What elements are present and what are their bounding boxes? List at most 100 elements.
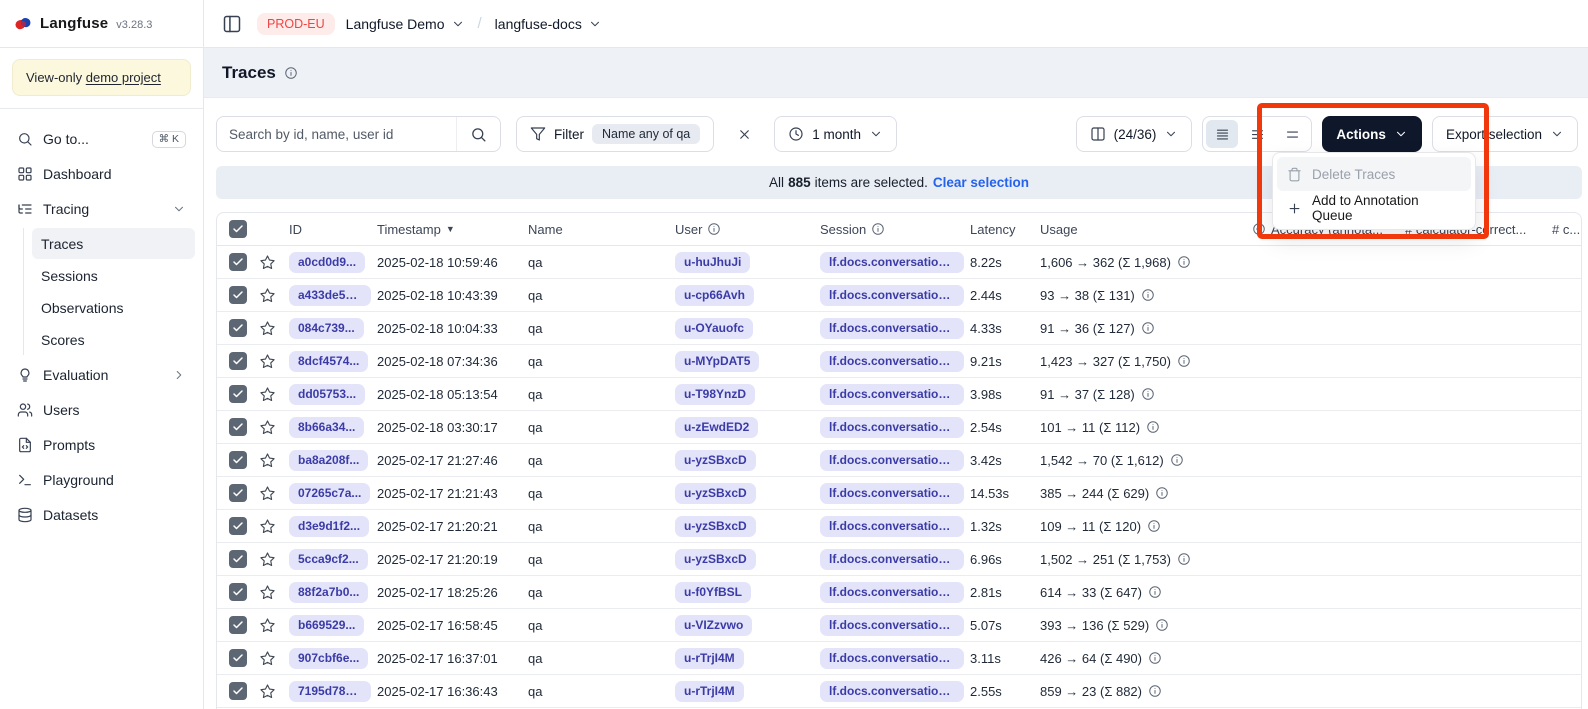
table-row[interactable]: 8b66a34...2025-02-18 03:30:17qau-zEwdED2…	[217, 411, 1581, 444]
user-badge[interactable]: u-huJhuJi	[675, 252, 750, 273]
star-icon[interactable]	[259, 683, 276, 700]
user-badge[interactable]: u-yzSBxcD	[675, 516, 756, 537]
session-badge[interactable]: lf.docs.conversation...	[820, 516, 964, 537]
session-badge[interactable]: lf.docs.conversation...	[820, 417, 964, 438]
table-row[interactable]: dd05753...2025-02-18 05:13:54qau-T98YnzD…	[217, 378, 1581, 411]
export-selection-button[interactable]: Export selection	[1432, 116, 1578, 152]
trace-id-badge[interactable]: a433de51...	[289, 285, 371, 306]
row-checkbox[interactable]	[229, 451, 247, 469]
table-row[interactable]: 907cbf6e...2025-02-17 16:37:01qau-rTrjI4…	[217, 642, 1581, 675]
row-checkbox[interactable]	[229, 286, 247, 304]
user-badge[interactable]: u-OYauofc	[675, 318, 753, 339]
row-checkbox[interactable]	[229, 682, 247, 700]
row-checkbox[interactable]	[229, 550, 247, 568]
sidebar-item-prompts[interactable]: Prompts	[8, 429, 195, 461]
clear-selection-link[interactable]: Clear selection	[933, 175, 1029, 190]
user-badge[interactable]: u-rTrjI4M	[675, 681, 744, 702]
column-header-name[interactable]: Name	[528, 222, 675, 237]
demo-project-link[interactable]: demo project	[86, 70, 161, 85]
sidebar-item-goto[interactable]: Go to... ⌘ K	[8, 123, 195, 155]
star-icon[interactable]	[259, 287, 276, 304]
sidebar-item-traces[interactable]: Traces	[32, 228, 195, 259]
session-badge[interactable]: lf.docs.conversation...	[820, 318, 964, 339]
row-checkbox[interactable]	[229, 418, 247, 436]
sidebar-item-observations[interactable]: Observations	[32, 292, 195, 323]
user-badge[interactable]: u-rTrjI4M	[675, 648, 744, 669]
column-header-id[interactable]: ID	[289, 222, 377, 237]
column-header-latency[interactable]: Latency	[970, 222, 1040, 237]
row-checkbox[interactable]	[229, 484, 247, 502]
star-icon[interactable]	[259, 584, 276, 601]
filter-button[interactable]: Filter Name any of qa	[516, 116, 714, 152]
column-header-timestamp[interactable]: Timestamp▼	[377, 222, 528, 237]
column-visibility-button[interactable]: (24/36)	[1076, 116, 1193, 152]
org-switcher[interactable]: Langfuse Demo	[346, 16, 465, 32]
menu-item-add-to-annotation-queue[interactable]: Add to Annotation Queue	[1277, 191, 1471, 225]
trace-id-badge[interactable]: 7195d78e...	[289, 681, 371, 702]
trace-id-badge[interactable]: 907cbf6e...	[289, 648, 368, 669]
session-badge[interactable]: lf.docs.conversation...	[820, 483, 964, 504]
session-badge[interactable]: lf.docs.conversation...	[820, 450, 964, 471]
star-icon[interactable]	[259, 254, 276, 271]
column-header-user[interactable]: User	[675, 222, 820, 237]
trace-id-badge[interactable]: 8dcf4574...	[289, 351, 368, 372]
star-icon[interactable]	[259, 551, 276, 568]
table-row[interactable]: 5cca9cf2...2025-02-17 21:20:19qau-yzSBxc…	[217, 543, 1581, 576]
time-range-select[interactable]: 1 month	[774, 116, 897, 152]
table-row[interactable]: 8dcf4574...2025-02-18 07:34:36qau-MYpDAT…	[217, 345, 1581, 378]
session-badge[interactable]: lf.docs.conversation...	[820, 681, 964, 702]
clear-filter-button[interactable]	[729, 119, 759, 149]
user-badge[interactable]: u-yzSBxcD	[675, 549, 756, 570]
project-switcher[interactable]: langfuse-docs	[495, 16, 602, 32]
sidebar-toggle-button[interactable]	[218, 10, 246, 38]
column-header-extra[interactable]: # c...	[1552, 222, 1581, 237]
table-row[interactable]: ba8a208f...2025-02-17 21:27:46qau-yzSBxc…	[217, 444, 1581, 477]
user-badge[interactable]: u-yzSBxcD	[675, 483, 756, 504]
table-row[interactable]: b669529...2025-02-17 16:58:45qau-VIZzvwo…	[217, 609, 1581, 642]
sidebar-item-tracing[interactable]: Tracing	[8, 193, 195, 225]
select-all-checkbox[interactable]	[229, 220, 247, 238]
search-input[interactable]	[217, 127, 456, 142]
star-icon[interactable]	[259, 386, 276, 403]
trace-id-badge[interactable]: 07265c7a...	[289, 483, 370, 504]
table-row[interactable]: 7195d78e...2025-02-17 16:36:43qau-rTrjI4…	[217, 675, 1581, 708]
table-row[interactable]: 07265c7a...2025-02-17 21:21:43qau-yzSBxc…	[217, 477, 1581, 510]
row-checkbox[interactable]	[229, 616, 247, 634]
user-badge[interactable]: u-T98YnzD	[675, 384, 755, 405]
sidebar-item-evaluation[interactable]: Evaluation	[8, 359, 195, 391]
star-icon[interactable]	[259, 419, 276, 436]
session-badge[interactable]: lf.docs.conversation...	[820, 582, 964, 603]
star-icon[interactable]	[259, 650, 276, 667]
trace-id-badge[interactable]: 084c739...	[289, 318, 364, 339]
sidebar-item-dashboard[interactable]: Dashboard	[8, 158, 195, 190]
star-icon[interactable]	[259, 353, 276, 370]
star-icon[interactable]	[259, 518, 276, 535]
session-badge[interactable]: lf.docs.conversation...	[820, 615, 964, 636]
menu-item-delete-traces[interactable]: Delete Traces	[1277, 157, 1471, 191]
table-row[interactable]: 88f2a7b0...2025-02-17 18:25:26qau-f0YfBS…	[217, 576, 1581, 609]
row-checkbox[interactable]	[229, 253, 247, 271]
user-badge[interactable]: u-yzSBxcD	[675, 450, 756, 471]
session-badge[interactable]: lf.docs.conversation...	[820, 384, 964, 405]
table-row[interactable]: 084c739...2025-02-18 10:04:33qau-OYauofc…	[217, 312, 1581, 345]
row-checkbox[interactable]	[229, 352, 247, 370]
row-checkbox[interactable]	[229, 583, 247, 601]
session-badge[interactable]: lf.docs.conversation...	[820, 351, 964, 372]
sidebar-item-users[interactable]: Users	[8, 394, 195, 426]
user-badge[interactable]: u-f0YfBSL	[675, 582, 751, 603]
row-height-large-button[interactable]	[1276, 120, 1308, 148]
star-icon[interactable]	[259, 452, 276, 469]
actions-button[interactable]: Actions	[1322, 116, 1422, 152]
row-height-small-button[interactable]	[1206, 120, 1238, 148]
session-badge[interactable]: lf.docs.conversation...	[820, 648, 964, 669]
trace-id-badge[interactable]: ba8a208f...	[289, 450, 368, 471]
star-icon[interactable]	[259, 320, 276, 337]
info-icon[interactable]	[284, 66, 298, 80]
sidebar-item-sessions[interactable]: Sessions	[32, 260, 195, 291]
trace-id-badge[interactable]: 8b66a34...	[289, 417, 364, 438]
sidebar-item-datasets[interactable]: Datasets	[8, 499, 195, 531]
user-badge[interactable]: u-VIZzvwo	[675, 615, 752, 636]
user-badge[interactable]: u-zEwdED2	[675, 417, 758, 438]
row-checkbox[interactable]	[229, 517, 247, 535]
sidebar-item-playground[interactable]: Playground	[8, 464, 195, 496]
